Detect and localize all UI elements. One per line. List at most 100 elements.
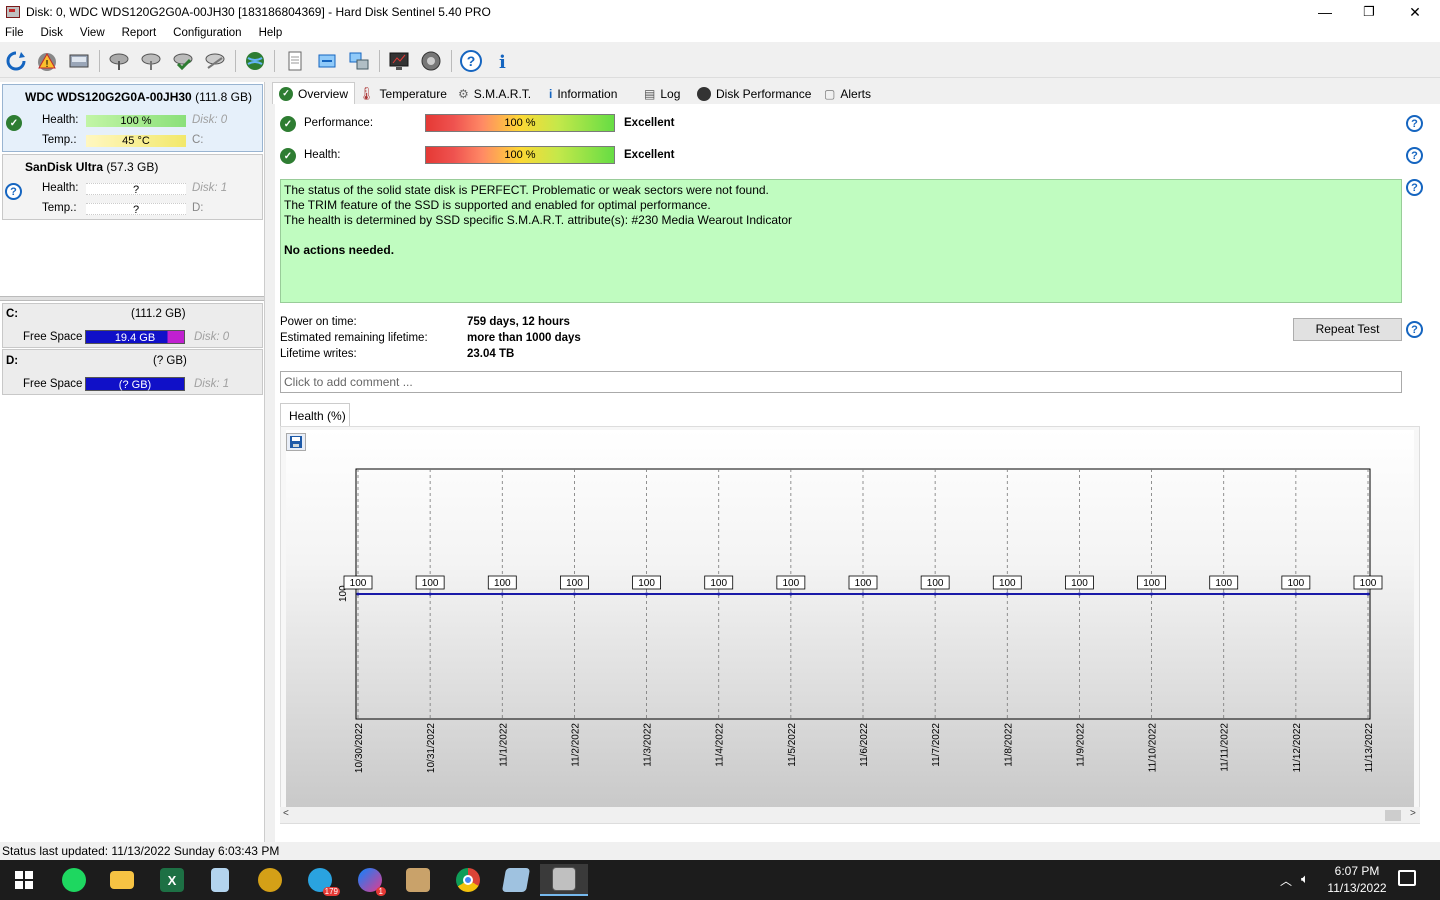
x-tick-label: 11/2/2022 — [570, 723, 581, 767]
excel-icon[interactable]: X — [148, 864, 196, 896]
report-icon[interactable] — [282, 48, 308, 74]
disk-tool-icon-2[interactable] — [138, 48, 164, 74]
chrome-icon[interactable] — [444, 864, 492, 896]
refresh-icon[interactable] — [3, 48, 29, 74]
data-label: 100 — [1071, 578, 1088, 589]
menu-disk[interactable]: Disk — [41, 27, 63, 39]
menu-report[interactable]: Report — [122, 27, 157, 39]
data-point — [1222, 592, 1226, 596]
alert-disk-icon[interactable]: ! — [34, 48, 60, 74]
close-button[interactable]: ✕ — [1392, 0, 1438, 24]
check-icon: ✓ — [279, 86, 293, 101]
power-on-label: Power on time: — [280, 316, 357, 328]
repeat-test-help-icon[interactable]: ? — [1406, 321, 1423, 338]
tab-disk-performance[interactable]: Disk Performance — [697, 84, 811, 104]
notifications-icon[interactable] — [1398, 870, 1416, 886]
data-label: 100 — [783, 578, 800, 589]
x-tick-label: 11/8/2022 — [1003, 723, 1014, 767]
scroll-thumb[interactable] — [1385, 810, 1401, 821]
menu-bar: File Disk View Report Configuration Help — [0, 24, 1440, 42]
volume-size: (? GB) — [153, 355, 187, 367]
file-explorer-icon[interactable] — [98, 864, 146, 896]
sync-icon[interactable] — [314, 48, 340, 74]
data-label: 100 — [1360, 578, 1377, 589]
notes-icon[interactable] — [492, 864, 540, 896]
health-chart: 100 100 100 100 100 100 100 100 100 100 100 100 100 1… — [338, 468, 1383, 773]
status-action: No actions needed. — [284, 243, 395, 257]
power-on-value: 759 days, 12 hours — [467, 316, 570, 328]
status-help-icon[interactable]: ? — [1406, 179, 1423, 196]
health-label: Health: — [42, 182, 79, 194]
disk-tool-icon-1[interactable] — [106, 48, 132, 74]
performance-help-icon[interactable]: ? — [1406, 115, 1423, 132]
spotify-icon[interactable] — [50, 864, 98, 896]
status-line: The status of the solid state disk is PE… — [284, 183, 769, 197]
disk-number: Disk: 1 — [192, 182, 228, 194]
x-tick-label: 11/4/2022 — [715, 723, 726, 767]
hard-disk-sentinel-icon[interactable] — [540, 864, 588, 896]
repeat-test-button[interactable]: Repeat Test — [1293, 318, 1402, 341]
disk-list-pane: WDC WDS120G2G0A-00JH30 (111.8 GB) ✓ Heal… — [0, 82, 265, 842]
data-point — [1366, 592, 1370, 596]
disk-card-0[interactable]: WDC WDS120G2G0A-00JH30 (111.8 GB) ✓ Heal… — [2, 84, 263, 152]
tab-bar: ✓ Overview 🌡︎ Temperature ⚙︎ S.M.A.R.T. i In… — [268, 82, 1440, 104]
scroll-left-icon[interactable]: < — [283, 808, 289, 819]
performance-rating: Excellent — [624, 117, 675, 129]
tab-alerts[interactable]: ▢ Alerts — [824, 84, 871, 104]
chart-horizontal-scrollbar[interactable]: < > — [280, 807, 1420, 823]
pane-splitter[interactable] — [0, 296, 264, 301]
data-point — [933, 592, 937, 596]
clock[interactable]: 6:07 PM 11/13/2022 — [1326, 864, 1388, 895]
maximize-button[interactable]: ❐ — [1346, 0, 1392, 24]
data-label: 100 — [1143, 578, 1160, 589]
data-point — [500, 592, 504, 596]
info-icon[interactable]: i — [490, 48, 516, 74]
x-tick-label: 11/6/2022 — [859, 723, 870, 767]
volume-letter: C: — [6, 308, 19, 320]
network-icon[interactable] — [346, 48, 372, 74]
start-icon[interactable] — [0, 864, 48, 896]
game-icon[interactable] — [394, 864, 442, 896]
telegram-icon[interactable]: 179 — [296, 864, 344, 896]
temp-bar: 45 °C — [86, 135, 186, 147]
messenger-icon[interactable]: 1 — [346, 864, 394, 896]
disk-card-1[interactable]: SanDisk Ultra (57.3 GB) ? Health: ? Disk… — [2, 154, 263, 220]
data-label: 100 — [710, 578, 727, 589]
tab-health-chart[interactable]: Health (%) — [280, 403, 350, 427]
menu-file[interactable]: File — [5, 27, 24, 39]
help-icon[interactable]: ? — [458, 48, 484, 74]
disk-check-icon[interactable] — [170, 48, 196, 74]
data-point — [717, 592, 721, 596]
menu-configuration[interactable]: Configuration — [173, 27, 241, 39]
thermometer-icon: 🌡︎ — [358, 86, 375, 101]
tab-temperature[interactable]: 🌡︎ Temperature — [358, 84, 447, 104]
volume-card-c[interactable]: C: (111.2 GB) Free Space 19.4 GB Disk: 0 — [2, 303, 263, 348]
menu-view[interactable]: View — [80, 27, 105, 39]
tab-overview[interactable]: ✓ Overview — [272, 82, 356, 104]
show-hidden-icons[interactable]: ︿ — [1280, 872, 1292, 889]
data-label: 100 — [999, 578, 1016, 589]
volume-card-d[interactable]: D: (? GB) Free Space (? GB) Disk: 1 — [2, 349, 263, 395]
monitor-icon[interactable] — [386, 48, 412, 74]
status-bar: Status last updated: 11/13/2022 Sunday 6… — [0, 842, 1440, 860]
disk-icon[interactable] — [66, 48, 92, 74]
volume-icon[interactable]: 🔈︎ — [1301, 871, 1309, 887]
menu-help[interactable]: Help — [259, 27, 283, 39]
disk-tool-icon-3[interactable] — [202, 48, 228, 74]
minimize-button[interactable]: — — [1302, 0, 1348, 24]
health-bar: 100 % — [425, 146, 615, 164]
health-rating: Excellent — [624, 149, 675, 161]
speaker-icon[interactable] — [418, 48, 444, 74]
clock-time: 6:07 PM — [1334, 864, 1380, 878]
unknown-status-icon: ? — [5, 183, 22, 200]
scroll-right-icon[interactable]: > — [1410, 808, 1416, 819]
globe-icon[interactable] — [242, 48, 268, 74]
tab-smart[interactable]: ⚙︎ S.M.A.R.T. — [458, 84, 531, 104]
data-point — [428, 592, 432, 596]
tab-information[interactable]: i Information — [549, 84, 617, 104]
notepad-icon[interactable] — [196, 864, 244, 896]
health-help-icon[interactable]: ? — [1406, 147, 1423, 164]
comment-input[interactable]: Click to add comment ... — [280, 371, 1402, 393]
app-icon-1[interactable] — [246, 864, 294, 896]
tab-log[interactable]: ▤ Log — [644, 84, 680, 104]
